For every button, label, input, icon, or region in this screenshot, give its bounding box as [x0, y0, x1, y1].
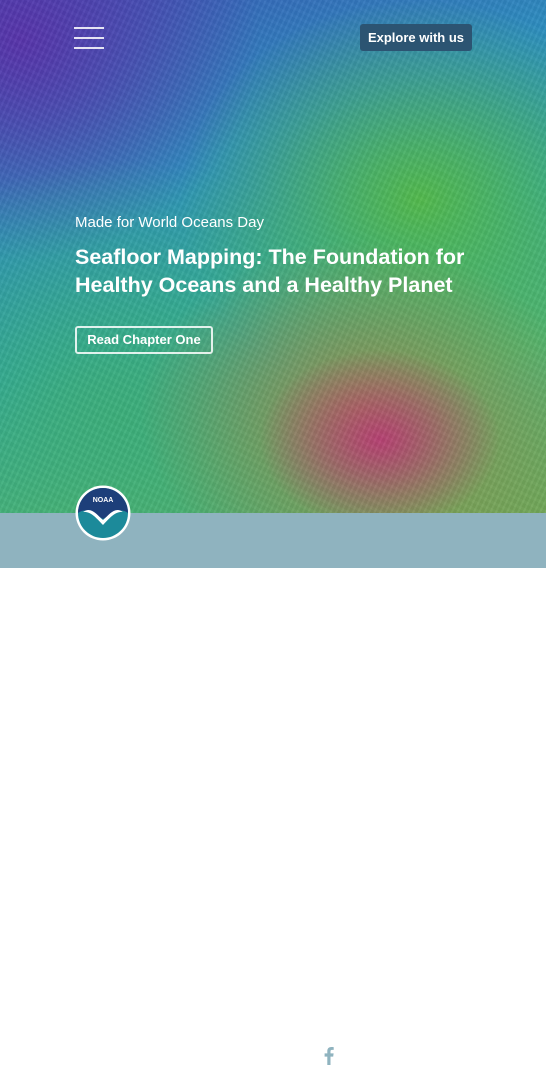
twitter-icon [451, 1045, 473, 1063]
noaa-logo[interactable]: NOAA [75, 485, 131, 541]
hero-kicker: Made for World Oceans Day [75, 214, 264, 231]
hero-bathymetry-background: Explore with us Made for World Oceans Da… [0, 0, 546, 568]
tweet-twitter-link[interactable]: Tweet [409, 1042, 473, 1066]
facebook-icon [315, 1043, 338, 1065]
noaa-logo-text: NOAA [93, 497, 114, 504]
menu-line [74, 27, 104, 29]
tweet-label: Tweet [409, 1046, 445, 1062]
hamburger-menu-icon[interactable] [74, 27, 104, 49]
menu-line [74, 47, 104, 49]
share-label: Share [273, 1046, 310, 1062]
read-chapter-one-button[interactable]: Read Chapter One [75, 326, 213, 354]
menu-line [74, 37, 104, 39]
page-title: Seafloor Mapping: The Foundation for Hea… [75, 245, 465, 297]
explore-with-us-button[interactable]: Explore with us [360, 24, 472, 51]
share-facebook-link[interactable]: Share [273, 1042, 338, 1066]
